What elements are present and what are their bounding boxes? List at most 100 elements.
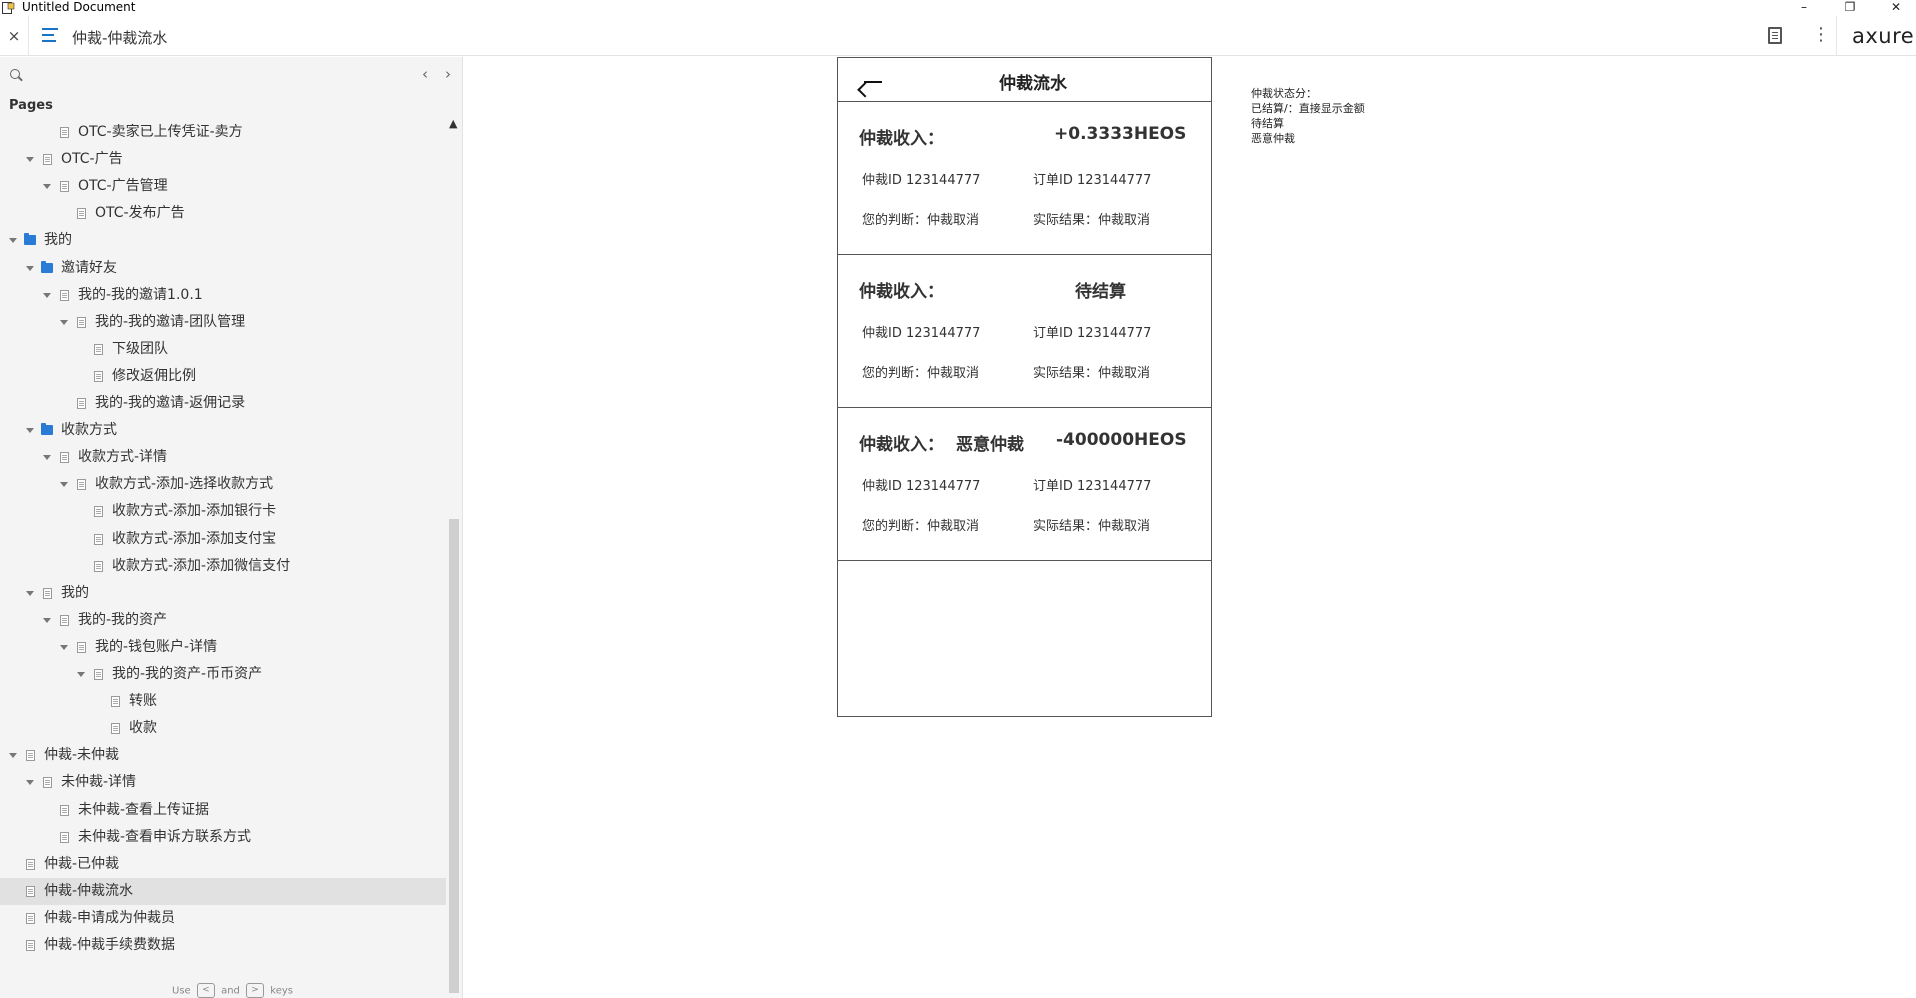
your-judgment: 您的判断：仲裁取消	[862, 519, 980, 534]
sidebar-tree-item[interactable]: 收款方式-添加-添加支付宝	[0, 526, 446, 553]
tree-item-label: 仲裁-已仲裁	[44, 855, 120, 872]
sidebar-tree-item[interactable]: 仲裁-申请成为仲裁员	[0, 905, 446, 932]
sidebar-tree-item[interactable]: 收款方式	[0, 417, 446, 444]
folder-icon	[24, 233, 36, 246]
tree-item-label: 未仲裁-详情	[61, 774, 137, 791]
sidebar-tree-item[interactable]: 邀请好友	[0, 255, 446, 282]
close-sidebar-button[interactable]: ×	[6, 28, 22, 44]
sidebar-tree-item[interactable]: 收款方式-详情	[0, 444, 446, 471]
more-options-icon[interactable]: ⋮	[1812, 25, 1830, 45]
sidebar-tree-item[interactable]: 我的-我的资产-币币资产	[0, 661, 446, 688]
sidebar-tree-item[interactable]: OTC-卖家已上传凭证-卖方	[0, 119, 446, 146]
restore-button[interactable]: ❐	[1840, 0, 1860, 16]
order-id: 订单ID 123144777	[1033, 479, 1152, 494]
expand-toggle-icon[interactable]	[26, 157, 34, 163]
sidebar-tree-item[interactable]: 我的	[0, 227, 446, 254]
previous-page-button[interactable]: ‹	[418, 65, 432, 83]
expand-toggle-icon[interactable]	[60, 644, 68, 650]
folder-icon	[41, 260, 53, 273]
page-icon	[26, 885, 35, 897]
sidebar-tree-item[interactable]: 未仲裁-查看上传证据	[0, 797, 446, 824]
order-id: 订单ID 123144777	[1033, 326, 1152, 341]
sidebar-tree-item[interactable]: 我的-钱包账户-详情	[0, 634, 446, 661]
page-icon	[60, 127, 69, 138]
page-icon	[77, 479, 86, 491]
actual-result: 实际结果：仲裁取消	[1033, 366, 1151, 381]
expand-toggle-icon[interactable]	[9, 753, 17, 759]
page-icon	[43, 154, 52, 166]
arbitration-record-card[interactable]: 仲裁收入： +0.3333HEOS 仲裁ID 123144777 订单ID 12…	[838, 102, 1211, 255]
expand-toggle-icon[interactable]	[26, 428, 34, 434]
expand-toggle-icon[interactable]	[26, 590, 34, 596]
expand-toggle-icon[interactable]	[43, 455, 51, 461]
income-amount: +0.3333HEOS	[1054, 124, 1187, 144]
arbitration-id: 仲裁ID 123144777	[862, 479, 981, 494]
sidebar-tree-item[interactable]: 收款方式-添加-添加微信支付	[0, 553, 446, 580]
page-search[interactable]: ‹ ›	[0, 57, 462, 91]
sidebar-tree-item[interactable]: 仲裁-未仲裁	[0, 742, 446, 769]
page-icon	[43, 777, 52, 789]
sidebar-tree-item[interactable]: 我的-我的资产	[0, 607, 446, 634]
sidebar-tree-item[interactable]: OTC-广告	[0, 146, 446, 173]
expand-toggle-icon[interactable]	[60, 482, 68, 488]
expand-toggle-icon[interactable]	[43, 292, 51, 298]
sidebar-tree-item[interactable]: 仲裁-已仲裁	[0, 851, 446, 878]
sidebar-tree-item[interactable]: 未仲裁-查看申诉方联系方式	[0, 824, 446, 851]
sidebar-tree-item[interactable]: 修改返佣比例	[0, 363, 446, 390]
notes-icon[interactable]	[1768, 27, 1782, 44]
page-icon	[111, 696, 120, 708]
pending-status: 待结算	[1075, 282, 1126, 302]
back-arrow-icon[interactable]	[864, 76, 882, 88]
tree-item-label: 仲裁-仲裁手续费数据	[44, 937, 176, 953]
page-icon	[43, 587, 52, 599]
sidebar-tree-item[interactable]: 收款方式-添加-添加银行卡	[0, 498, 446, 525]
menu-icon[interactable]	[42, 28, 58, 44]
sidebar-tree-item[interactable]: 仲裁-仲裁流水	[0, 877, 446, 905]
sidebar-tree-item[interactable]: 收款	[0, 715, 446, 742]
tree-item-label: 下级团队	[112, 340, 168, 357]
sidebar-tree-item[interactable]: 仲裁-仲裁手续费数据	[0, 932, 446, 959]
tree-item-label: 收款方式-添加-选择收款方式	[95, 476, 274, 493]
sidebar-tree-item[interactable]: 我的-我的邀请1.0.1	[0, 282, 446, 309]
search-icon[interactable]	[10, 69, 20, 79]
tree-item-label: 我的-钱包账户-详情	[95, 638, 218, 655]
tree-item-label: 仲裁-申请成为仲裁员	[44, 909, 176, 926]
sidebar-tree-item[interactable]: OTC-发布广告	[0, 200, 446, 227]
expand-toggle-icon[interactable]	[43, 184, 51, 190]
folder-icon	[41, 423, 53, 436]
order-id: 订单ID 123144777	[1033, 173, 1152, 188]
sidebar-tree-item[interactable]: 下级团队	[0, 336, 446, 363]
expand-toggle-icon[interactable]	[26, 780, 34, 786]
actual-result: 实际结果：仲裁取消	[1033, 519, 1151, 534]
window-close-button[interactable]: ✕	[1886, 0, 1906, 16]
minimize-button[interactable]: –	[1794, 0, 1814, 16]
sidebar-tree-item[interactable]: 我的	[0, 580, 446, 607]
expand-toggle-icon[interactable]	[26, 265, 34, 271]
left-key-icon: <	[196, 983, 215, 998]
sidebar-tree-item[interactable]: 收款方式-添加-选择收款方式	[0, 471, 446, 498]
page-icon	[94, 506, 103, 518]
sidebar-tree-item[interactable]: 未仲裁-详情	[0, 769, 446, 796]
expand-toggle-icon[interactable]	[60, 319, 68, 325]
scroll-up-icon[interactable]: ▲	[449, 117, 457, 130]
expand-toggle-icon[interactable]	[9, 238, 17, 244]
sidebar-tree-item[interactable]: OTC-广告管理	[0, 173, 446, 200]
sidebar-tree-item[interactable]: 转账	[0, 688, 446, 715]
sidebar-scrollbar[interactable]: ▲ ▼	[447, 117, 461, 998]
tree-item-label: 收款方式	[61, 422, 117, 439]
app-document-icon	[2, 2, 15, 14]
scrollbar-thumb[interactable]	[449, 519, 459, 993]
page-icon	[77, 316, 86, 328]
arbitration-record-card[interactable]: 仲裁收入： 待结算 仲裁ID 123144777 订单ID 123144777 …	[838, 255, 1211, 408]
toolbar-divider	[1836, 16, 1837, 56]
tree-item-label: 收款方式-添加-添加微信支付	[112, 557, 291, 574]
expand-toggle-icon[interactable]	[43, 617, 51, 623]
expand-toggle-icon[interactable]	[77, 672, 85, 677]
sidebar-tree-item[interactable]: 我的-我的邀请-返佣记录	[0, 390, 446, 417]
next-page-button[interactable]: ›	[441, 65, 455, 83]
sidebar-tree-item[interactable]: 我的-我的邀请-团队管理	[0, 309, 446, 336]
tree-item-label: 我的-我的资产-币币资产	[112, 666, 263, 682]
arbitration-record-card[interactable]: 仲裁收入： 恶意仲裁 -400000HEOS 仲裁ID 123144777 订单…	[838, 408, 1211, 561]
income-amount: -400000HEOS	[1056, 430, 1187, 450]
tree-item-label: OTC-发布广告	[95, 205, 185, 222]
